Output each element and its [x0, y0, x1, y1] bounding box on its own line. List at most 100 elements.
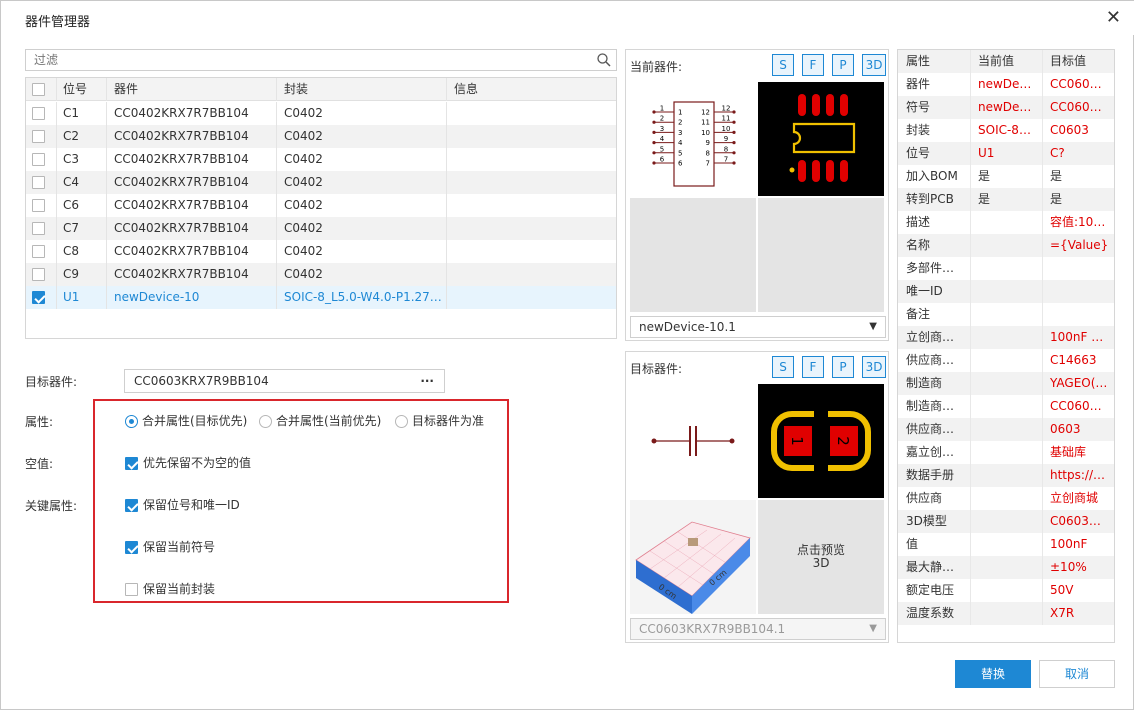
target-device-field[interactable]: CC0603KRX7R9BB104 ···: [124, 369, 445, 393]
row-checkbox[interactable]: [32, 148, 54, 171]
property-row[interactable]: 符号 newDe… CC060…: [898, 96, 1114, 119]
property-row[interactable]: 最大静… ±10%: [898, 556, 1114, 579]
property-row[interactable]: 制造商 YAGEO(…: [898, 372, 1114, 395]
row-checkbox[interactable]: [32, 217, 54, 240]
keep-designator-id-checkbox[interactable]: 保留位号和唯一ID: [125, 496, 240, 513]
property-row[interactable]: 额定电压 50V: [898, 579, 1114, 602]
prop-current-value: [978, 395, 1040, 418]
header-info[interactable]: 信息: [454, 78, 604, 101]
current-symbol-button[interactable]: S: [772, 54, 794, 76]
property-row[interactable]: 封装 SOIC-8… C0603: [898, 119, 1114, 142]
property-row[interactable]: 备注: [898, 303, 1114, 326]
table-row[interactable]: C7 CC0402KRX7R7BB104 C0402: [26, 217, 616, 240]
3d-model-graphic: 0 cm 0 cm: [635, 521, 751, 614]
radio-merge-target[interactable]: 合并属性(目标优先): [125, 412, 247, 429]
target-footprint-preview[interactable]: 1 2: [758, 384, 884, 498]
prop-target-value: [1050, 257, 1110, 280]
row-device: newDevice-10: [114, 290, 200, 304]
chevron-down-icon: ▼: [869, 623, 877, 634]
prop-name: 供应商: [906, 491, 943, 505]
current-footprint-button[interactable]: F: [802, 54, 824, 76]
current-pcb-button[interactable]: P: [832, 54, 854, 76]
row-designator: U1: [63, 290, 80, 304]
table-row[interactable]: U1 newDevice-10 SOIC-8_L5.0-W4.0-P1.27…: [26, 286, 616, 309]
row-checkbox[interactable]: [32, 194, 54, 217]
table-row[interactable]: C4 CC0402KRX7R7BB104 C0402: [26, 171, 616, 194]
property-row[interactable]: 值 100nF: [898, 533, 1114, 556]
target-symbol-button[interactable]: S: [772, 356, 794, 378]
target-pcb-button[interactable]: P: [832, 356, 854, 378]
property-row[interactable]: 唯一ID: [898, 280, 1114, 303]
table-row[interactable]: C6 CC0402KRX7R7BB104 C0402: [26, 194, 616, 217]
filter-box: [25, 49, 617, 71]
table-row[interactable]: C8 CC0402KRX7R7BB104 C0402: [26, 240, 616, 263]
prop-target-value: 50V: [1050, 583, 1074, 597]
radio-target-only[interactable]: 目标器件为准: [395, 412, 484, 429]
property-row[interactable]: 嘉立创… 基础库: [898, 441, 1114, 464]
property-row[interactable]: 温度系数 X7R: [898, 602, 1114, 625]
current-3d-preview-empty[interactable]: [630, 198, 756, 312]
row-designator: C9: [63, 267, 80, 281]
row-checkbox[interactable]: [32, 240, 54, 263]
property-row[interactable]: 位号 U1 C?: [898, 142, 1114, 165]
row-checkbox[interactable]: [32, 102, 54, 125]
target-device-select[interactable]: CC0603KRX7R9BB104.1 ▼: [630, 618, 886, 640]
prop-name: 转到PCB: [906, 192, 954, 206]
row-checkbox[interactable]: [32, 263, 54, 286]
property-row[interactable]: 立创商… 100nF …: [898, 326, 1114, 349]
current-device-select[interactable]: newDevice-10.1 ▼: [630, 316, 886, 338]
table-row[interactable]: C2 CC0402KRX7R7BB104 C0402: [26, 125, 616, 148]
row-device: CC0402KRX7R7BB104: [114, 106, 249, 120]
current-footprint-preview[interactable]: [758, 82, 884, 196]
property-row[interactable]: 多部件…: [898, 257, 1114, 280]
header-designator[interactable]: 位号: [63, 78, 107, 101]
property-row[interactable]: 器件 newDe… CC060…: [898, 73, 1114, 96]
ic-pin-name-left: 4: [678, 139, 683, 147]
target-3d-button[interactable]: 3D: [862, 356, 886, 378]
property-row[interactable]: 供应商… C14663: [898, 349, 1114, 372]
header-footprint[interactable]: 封装: [284, 78, 446, 101]
property-row[interactable]: 加入BOM 是 是: [898, 165, 1114, 188]
replace-button[interactable]: 替换: [955, 660, 1031, 688]
table-row[interactable]: C9 CC0402KRX7R7BB104 C0402: [26, 263, 616, 286]
table-row[interactable]: C3 CC0402KRX7R7BB104 C0402: [26, 148, 616, 171]
prop-target-value: X7R: [1050, 606, 1075, 620]
radio-merge-current[interactable]: 合并属性(当前优先): [259, 412, 381, 429]
click-preview-3d[interactable]: 点击预览 3D: [758, 500, 884, 614]
property-row[interactable]: 名称 ={Value}: [898, 234, 1114, 257]
property-row[interactable]: 数据手册 https://a…: [898, 464, 1114, 487]
row-footprint: SOIC-8_L5.0-W4.0-P1.27…: [284, 290, 442, 304]
search-icon[interactable]: [596, 52, 612, 68]
row-device: CC0402KRX7R7BB104: [114, 267, 249, 281]
current-3d-button[interactable]: 3D: [862, 54, 886, 76]
property-row[interactable]: 转到PCB 是 是: [898, 188, 1114, 211]
filter-input[interactable]: [26, 50, 586, 70]
row-checkbox[interactable]: [32, 286, 54, 309]
select-all-checkbox[interactable]: [32, 78, 54, 101]
property-row[interactable]: 制造商… CC060…: [898, 395, 1114, 418]
table-row[interactable]: C1 CC0402KRX7R7BB104 C0402: [26, 102, 616, 125]
current-device-panel: 当前器件: S F P 3D 1 1 2 2 3 3 4 4 5 5 6 6 12 12 11 11 10 10 9…: [625, 49, 889, 341]
device-manager-dialog: 器件管理器 ✕ 位号 器件 封装 信息 C1CC0402KRX7R7BB104C…: [0, 0, 1134, 710]
target-footprint-button[interactable]: F: [802, 356, 824, 378]
property-row[interactable]: 3D模型 C0603…: [898, 510, 1114, 533]
ic-pin-number-left: 3: [660, 125, 664, 133]
prop-target-value: 100nF …: [1050, 330, 1104, 344]
row-checkbox[interactable]: [32, 171, 54, 194]
row-checkbox[interactable]: [32, 125, 54, 148]
property-row[interactable]: 供应商… 0603: [898, 418, 1114, 441]
more-icon[interactable]: ···: [420, 370, 434, 392]
header-device[interactable]: 器件: [114, 78, 279, 101]
prop-current-value: [978, 510, 1040, 533]
prop-current-value: [978, 372, 1040, 395]
close-icon[interactable]: ✕: [1106, 7, 1121, 28]
keep-footprint-checkbox[interactable]: 保留当前封装: [125, 580, 215, 597]
cancel-button[interactable]: 取消: [1039, 660, 1115, 688]
keep-nonempty-checkbox[interactable]: 优先保留不为空的值: [125, 454, 251, 471]
property-row[interactable]: 供应商 立创商城: [898, 487, 1114, 510]
keep-symbol-checkbox[interactable]: 保留当前符号: [125, 538, 215, 555]
property-row[interactable]: 描述 容值:10…: [898, 211, 1114, 234]
target-3d-render[interactable]: 0 cm 0 cm: [630, 500, 756, 614]
target-symbol-preview[interactable]: [630, 384, 756, 498]
current-symbol-preview[interactable]: 1 1 2 2 3 3 4 4 5 5 6 6 12 12 11 11 10 10 9 9 8 8 7 7: [630, 82, 756, 196]
